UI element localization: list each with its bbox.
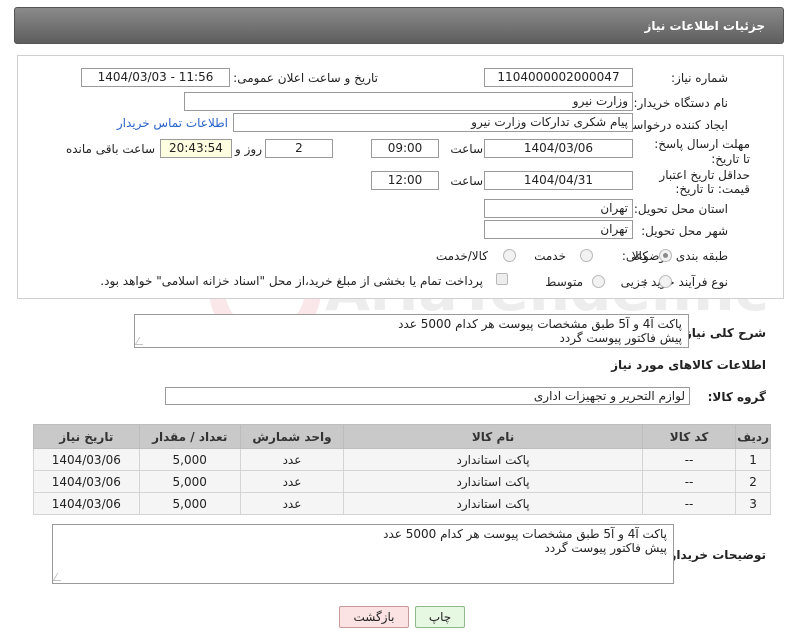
category-goods-radio[interactable]: [659, 249, 672, 262]
back-button[interactable]: بازگشت: [339, 606, 409, 628]
deadline-time-field[interactable]: 09:00: [371, 139, 439, 158]
col-code-header: کد کالا: [641, 424, 737, 449]
col-name-header: نام کالا: [343, 424, 643, 449]
category-service-radio[interactable]: [580, 249, 593, 262]
table-header-row: ردیف کد کالا نام کالا واحد شمارش تعداد /…: [33, 424, 771, 449]
page-header: جزئیات اطلاعات نیاز: [14, 7, 784, 44]
cell-unit: عدد: [239, 470, 345, 493]
cell-row: 3: [735, 492, 771, 515]
cell-qty: 5,000: [138, 492, 241, 515]
purchase-medium-label: متوسط: [545, 275, 583, 289]
deadline-time-label: ساعت: [450, 142, 483, 156]
cell-name: پاکت استاندارد: [343, 470, 643, 493]
cell-unit: عدد: [239, 492, 345, 515]
cell-date: 1404/03/06: [33, 470, 140, 493]
cell-code: --: [641, 448, 737, 471]
category-both-radio[interactable]: [503, 249, 516, 262]
cell-date: 1404/03/06: [33, 492, 140, 515]
remaining-time-field: 20:43:54: [160, 139, 232, 158]
buyer-notes-label: توضیحات خریدار:: [664, 548, 766, 562]
description-line-1: پاکت آ4 و آ5 طبق مشخصات پیوست هر کدام 50…: [398, 317, 682, 331]
col-unit-header: واحد شمارش: [239, 424, 345, 449]
buyer-notes-line-2: پیش فاکتور پیوست گردد: [544, 541, 667, 555]
price-validity-label: حداقل تاریخ اعتبار قیمت: تا تاریخ:: [659, 168, 750, 196]
print-button[interactable]: چاپ: [415, 606, 465, 628]
city-field[interactable]: تهران: [484, 220, 633, 239]
deadline-date-field[interactable]: 1404/03/06: [484, 139, 633, 158]
price-validity-time-field[interactable]: 12:00: [371, 171, 439, 190]
purchase-minor-label: جزیی: [620, 275, 648, 289]
treasury-payment-checkbox[interactable]: [496, 273, 508, 285]
page-title: جزئیات اطلاعات نیاز: [644, 19, 765, 33]
treasury-payment-note: پرداخت تمام یا بخشی از مبلغ خرید،از محل …: [100, 274, 483, 288]
table-row[interactable]: 1 -- پاکت استاندارد عدد 5,000 1404/03/06: [33, 448, 771, 471]
cell-row: 2: [735, 470, 771, 493]
deadline-label: مهلت ارسال پاسخ: تا تاریخ:: [654, 137, 750, 166]
table-row[interactable]: 3 -- پاکت استاندارد عدد 5,000 1404/03/06: [33, 492, 771, 515]
category-both-label: کالا/خدمت: [435, 249, 488, 263]
goods-table: ردیف کد کالا نام کالا واحد شمارش تعداد /…: [33, 424, 771, 515]
cell-code: --: [641, 492, 737, 515]
city-label: شهر محل تحویل:: [641, 224, 728, 238]
purchase-minor-radio[interactable]: [659, 275, 672, 288]
purchase-medium-radio[interactable]: [592, 275, 605, 288]
cell-qty: 5,000: [138, 470, 241, 493]
cell-row: 1: [735, 448, 771, 471]
contact-info-link[interactable]: اطلاعات تماس خریدار: [117, 116, 228, 130]
creator-label: ایجاد کننده درخواست:: [617, 118, 728, 132]
description-line-2: پیش فاکتور پیوست گردد: [559, 331, 682, 345]
goods-section-title: اطلاعات کالاهای مورد نیاز: [611, 358, 766, 372]
cell-name: پاکت استاندارد: [343, 448, 643, 471]
province-field[interactable]: تهران: [484, 199, 633, 218]
creator-field[interactable]: پیام شکری تدارکات وزارت نیرو: [233, 113, 633, 132]
description-textarea[interactable]: پاکت آ4 و آ5 طبق مشخصات پیوست هر کدام 50…: [134, 314, 689, 348]
buyer-notes-line-1: پاکت آ4 و آ5 طبق مشخصات پیوست هر کدام 50…: [383, 527, 667, 541]
cell-unit: عدد: [239, 448, 345, 471]
price-validity-date-field[interactable]: 1404/04/31: [484, 171, 633, 190]
days-field[interactable]: 2: [265, 139, 333, 158]
price-validity-time-label: ساعت: [450, 174, 483, 188]
category-service-label: خدمت: [534, 249, 566, 263]
announce-label: تاریخ و ساعت اعلان عمومی:: [233, 71, 378, 85]
province-label: استان محل تحویل:: [633, 202, 728, 216]
category-goods-label: کالا: [631, 249, 648, 263]
buyer-notes-textarea[interactable]: پاکت آ4 و آ5 طبق مشخصات پیوست هر کدام 50…: [52, 524, 674, 584]
remaining-label: ساعت باقی مانده: [65, 142, 155, 156]
purchase-type-label: نوع فرآیند خرید :: [643, 275, 728, 289]
cell-qty: 5,000: [138, 448, 241, 471]
cell-date: 1404/03/06: [33, 448, 140, 471]
announce-datetime-field[interactable]: 1404/03/03 - 11:56: [81, 68, 230, 87]
buyer-org-field[interactable]: وزارت نیرو: [184, 92, 633, 111]
col-row-header: ردیف: [735, 424, 771, 449]
goods-group-field[interactable]: لوازم التحریر و تجهیزات اداری: [165, 387, 690, 405]
description-label: شرح کلی نیاز:: [680, 326, 766, 340]
cell-name: پاکت استاندارد: [343, 492, 643, 515]
need-number-label: شماره نیاز:: [671, 71, 728, 85]
table-row[interactable]: 2 -- پاکت استاندارد عدد 5,000 1404/03/06: [33, 470, 771, 493]
col-date-header: تاریخ نیاز: [33, 424, 140, 449]
col-qty-header: تعداد / مقدار: [138, 424, 241, 449]
buyer-org-label: نام دستگاه خریدار:: [633, 96, 729, 110]
need-number-field[interactable]: 1104000002000047: [484, 68, 633, 87]
days-label: روز و: [235, 142, 262, 156]
goods-group-label: گروه کالا:: [707, 390, 766, 404]
cell-code: --: [641, 470, 737, 493]
resize-grip-icon[interactable]: [52, 573, 66, 581]
